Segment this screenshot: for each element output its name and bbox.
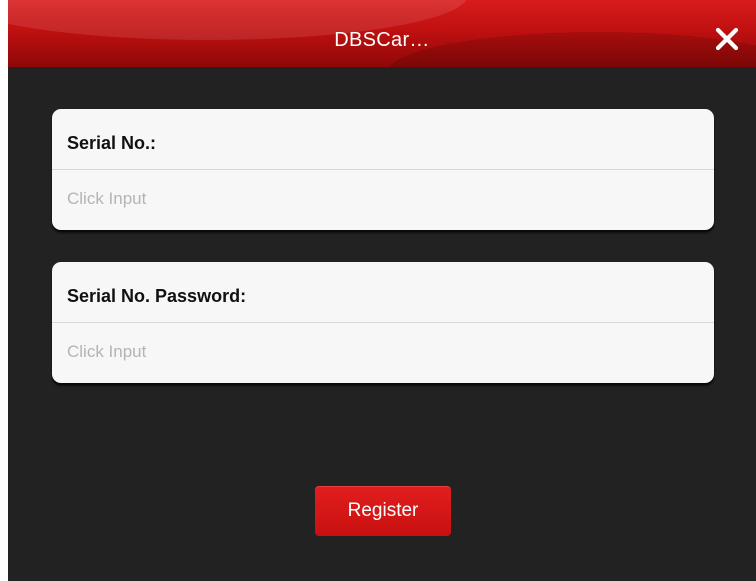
- close-icon: [715, 27, 739, 51]
- divider: [52, 322, 714, 323]
- serial-number-label: Serial No.:: [67, 133, 157, 153]
- serial-password-label: Serial No. Password:: [67, 286, 247, 306]
- serial-number-input[interactable]: [67, 179, 697, 219]
- register-dialog: DBSCar… Serial No.: Serial No. Password:…: [8, 0, 756, 581]
- title-bar: DBSCar…: [8, 0, 756, 67]
- dialog-title: DBSCar…: [334, 29, 430, 51]
- divider: [52, 169, 714, 170]
- close-button[interactable]: [710, 22, 744, 56]
- register-button[interactable]: Register: [315, 486, 451, 536]
- serial-password-input[interactable]: [67, 332, 697, 372]
- serial-number-card: Serial No.:: [52, 109, 714, 230]
- serial-password-card: Serial No. Password:: [52, 262, 714, 383]
